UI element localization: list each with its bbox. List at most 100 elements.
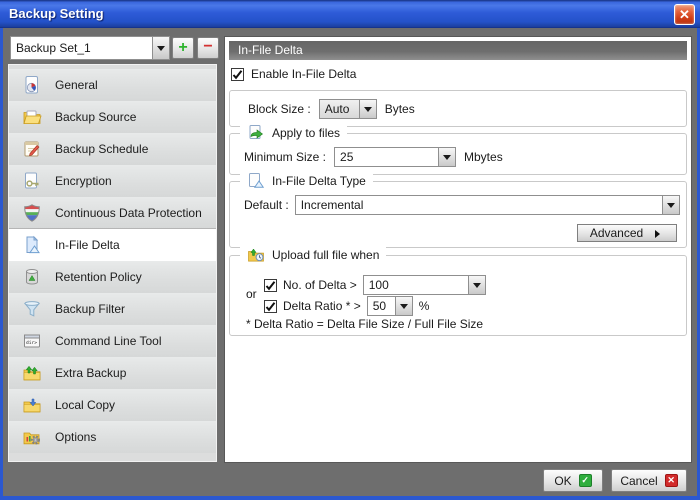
sidebar-item-continuous-data-protection[interactable]: Continuous Data Protection xyxy=(9,197,216,229)
sidebar-item-local-copy[interactable]: Local Copy xyxy=(9,389,216,421)
delta-ratio-checkbox[interactable] xyxy=(264,300,277,313)
delta-ratio-select[interactable]: 50 xyxy=(367,296,413,316)
arrow-right-icon xyxy=(655,230,664,238)
sidebar-item-encryption[interactable]: Encryption xyxy=(9,165,216,197)
terminal-icon: dir> xyxy=(22,331,42,351)
apply-to-files-group: Apply to files Minimum Size : 25 Mbytes xyxy=(229,133,687,175)
minimum-size-label: Minimum Size : xyxy=(244,150,326,164)
block-size-value: Auto xyxy=(320,100,359,118)
ok-check-icon: ✓ xyxy=(579,474,592,487)
sidebar-item-label: Retention Policy xyxy=(55,270,142,284)
block-size-box: Block Size : Auto Bytes xyxy=(229,90,687,127)
sidebar-item-label: Backup Filter xyxy=(55,302,125,316)
sidebar-item-retention-policy[interactable]: Retention Policy xyxy=(9,261,216,293)
sidebar-item-backup-source[interactable]: Backup Source xyxy=(9,101,216,133)
delta-ratio-label: Delta Ratio * > xyxy=(283,299,361,313)
checkmark-icon xyxy=(265,301,276,312)
chevron-down-icon xyxy=(443,155,451,164)
cancel-button-label: Cancel xyxy=(620,474,657,488)
cancel-button[interactable]: Cancel ✕ xyxy=(611,469,687,492)
sidebar-item-label: General xyxy=(55,78,98,92)
no-of-delta-dropdown-button[interactable] xyxy=(468,276,485,294)
delta-ratio-row: Delta Ratio * > 50 % xyxy=(264,296,429,316)
backup-set-dropdown-button[interactable] xyxy=(152,37,169,59)
delta-ratio-footnote: * Delta Ratio = Delta File Size / Full F… xyxy=(246,317,483,331)
enable-in-file-delta-checkbox[interactable] xyxy=(231,68,244,81)
delta-ratio-dropdown-button[interactable] xyxy=(395,297,412,315)
sidebar-item-options[interactable]: Options xyxy=(9,421,216,453)
checkmark-icon xyxy=(232,69,243,80)
sidebar-item-label: In-File Delta xyxy=(55,238,120,252)
upload-full-file-title: Upload full file when xyxy=(272,248,379,262)
apply-to-files-legend: Apply to files xyxy=(240,124,347,142)
chevron-down-icon xyxy=(667,203,675,212)
default-type-row: Default : Incremental xyxy=(244,195,680,215)
panel-header: In-File Delta xyxy=(229,41,687,60)
sidebar-item-label: Continuous Data Protection xyxy=(55,206,202,220)
default-type-label: Default : xyxy=(244,198,289,212)
sidebar-item-label: Encryption xyxy=(55,174,112,188)
sidebar-item-general[interactable]: General xyxy=(9,69,216,101)
folder-down-arrow-icon xyxy=(22,395,42,415)
titlebar[interactable]: Backup Setting ✕ xyxy=(0,0,700,28)
sidebar-item-backup-schedule[interactable]: Backup Schedule xyxy=(9,133,216,165)
no-of-delta-select[interactable]: 100 xyxy=(363,275,486,295)
funnel-icon xyxy=(22,299,42,319)
block-size-dropdown-button[interactable] xyxy=(359,100,376,118)
percent-label: % xyxy=(419,299,430,313)
sidebar-item-label: Backup Source xyxy=(55,110,136,124)
sidebar-item-label: Options xyxy=(55,430,96,444)
svg-text:dir>: dir> xyxy=(26,340,37,346)
minus-icon: − xyxy=(203,38,212,56)
cancel-x-icon: ✕ xyxy=(665,474,678,487)
document-pie-icon xyxy=(22,75,42,95)
remove-backup-set-button[interactable]: − xyxy=(197,37,219,59)
minimum-size-unit: Mbytes xyxy=(464,150,503,164)
add-backup-set-button[interactable]: + xyxy=(172,37,194,59)
checkmark-icon xyxy=(265,280,276,291)
window-title: Backup Setting xyxy=(9,0,104,27)
plus-icon: + xyxy=(178,39,187,57)
folder-gear-icon xyxy=(22,427,42,447)
sidebar-item-label: Extra Backup xyxy=(55,366,126,380)
in-file-delta-panel: In-File Delta Enable In-File Delta Block… xyxy=(224,36,692,463)
advanced-button[interactable]: Advanced xyxy=(577,224,677,242)
no-of-delta-checkbox[interactable] xyxy=(264,279,277,292)
backup-set-value: Backup Set_1 xyxy=(11,37,152,59)
sidebar-item-backup-filter[interactable]: Backup Filter xyxy=(9,293,216,325)
chevron-down-icon xyxy=(473,283,481,292)
delta-type-icon xyxy=(247,172,265,190)
default-type-value: Incremental xyxy=(296,196,662,214)
recycle-bin-icon xyxy=(22,267,42,287)
default-type-select[interactable]: Incremental xyxy=(295,195,680,215)
minimum-size-row: Minimum Size : 25 Mbytes xyxy=(244,147,503,167)
backup-setting-dialog: Backup Setting ✕ Backup Set_1 + − xyxy=(0,0,700,500)
sidebar-item-label: Local Copy xyxy=(55,398,115,412)
block-size-select[interactable]: Auto xyxy=(319,99,377,119)
minimum-size-select[interactable]: 25 xyxy=(334,147,456,167)
minimum-size-dropdown-button[interactable] xyxy=(438,148,455,166)
sidebar-item-label: Backup Schedule xyxy=(55,142,148,156)
enable-in-file-delta-row: Enable In-File Delta xyxy=(231,67,356,81)
no-of-delta-label: No. of Delta > xyxy=(283,278,357,292)
no-of-delta-value: 100 xyxy=(364,276,468,294)
sidebar-item-command-line-tool[interactable]: dir> Command Line Tool xyxy=(9,325,216,357)
shield-icon xyxy=(22,203,42,223)
close-button[interactable]: ✕ xyxy=(674,4,695,25)
delta-ratio-value: 50 xyxy=(368,297,395,315)
chevron-down-icon xyxy=(364,107,372,116)
upload-full-icon xyxy=(247,246,265,264)
in-file-delta-type-group: In-File Delta Type Default : Incremental… xyxy=(229,181,687,248)
backup-set-select[interactable]: Backup Set_1 xyxy=(10,36,170,60)
in-file-delta-type-legend: In-File Delta Type xyxy=(240,172,373,190)
ok-button[interactable]: OK ✓ xyxy=(543,469,603,492)
open-folder-icon xyxy=(22,107,42,127)
delta-document-icon xyxy=(22,235,42,255)
sidebar-item-in-file-delta[interactable]: In-File Delta xyxy=(9,229,216,261)
default-type-dropdown-button[interactable] xyxy=(662,196,679,214)
advanced-button-label: Advanced xyxy=(590,226,643,240)
enable-in-file-delta-label: Enable In-File Delta xyxy=(251,67,356,81)
chevron-down-icon xyxy=(157,46,165,55)
dialog-body: Backup Set_1 + − General xyxy=(3,28,697,496)
sidebar-item-extra-backup[interactable]: Extra Backup xyxy=(9,357,216,389)
